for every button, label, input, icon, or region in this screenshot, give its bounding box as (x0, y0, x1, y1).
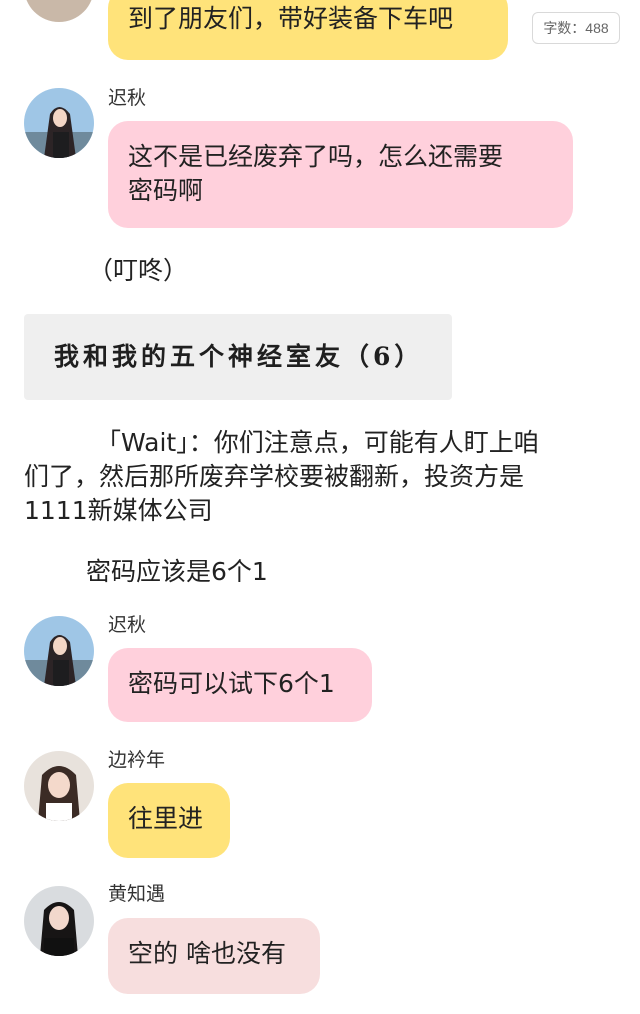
avatar-girl-icon (24, 88, 94, 158)
sender-name: 边衿年 (108, 749, 166, 771)
chapter-title-card: 我和我的五个神经室友（6） (24, 314, 452, 400)
sound-effect-text: （叮咚） (88, 256, 189, 285)
avatar[interactable] (24, 88, 94, 158)
message-text-line: 密码啊 (128, 176, 204, 205)
word-count-badge: 字数：488 (532, 12, 620, 44)
message-bubble[interactable]: 到了朋友们，带好装备下车吧 (108, 0, 508, 60)
avatar-girl-icon (24, 616, 94, 686)
message-text: 到了朋友们，带好装备下车吧 (128, 4, 454, 33)
message-bubble[interactable]: 密码可以试下6个1 (108, 648, 372, 722)
avatar[interactable] (24, 886, 94, 956)
message-text: 密码可以试下6个1 (128, 669, 335, 698)
avatar-girl-icon (24, 0, 94, 22)
message-bubble[interactable]: 往里进 (108, 783, 230, 858)
avatar[interactable] (24, 616, 94, 686)
message-bubble[interactable]: 这不是已经废弃了吗，怎么还需要 密码啊 (108, 121, 573, 228)
narration-line: 「Wait」：你们注意点，可能有人盯上咱 (96, 428, 539, 457)
avatar-girl-icon (24, 751, 94, 821)
avatar[interactable] (24, 0, 94, 22)
narration-line: 们了，然后那所废弃学校要被翻新，投资方是 (24, 462, 525, 491)
password-hint-text: 密码应该是6个1 (86, 557, 268, 586)
avatar-girl-icon (24, 886, 94, 956)
message-bubble[interactable]: 空的 啥也没有 (108, 918, 320, 994)
avatar[interactable] (24, 751, 94, 821)
narration-line: 1111新媒体公司 (24, 496, 213, 525)
sender-name: 迟秋 (108, 87, 147, 109)
message-text-line: 这不是已经废弃了吗，怎么还需要 (128, 142, 504, 171)
sender-name: 迟秋 (108, 614, 147, 636)
message-text: 往里进 (128, 804, 204, 833)
message-text: 空的 啥也没有 (128, 939, 286, 968)
sender-name: 黄知遇 (108, 883, 166, 905)
